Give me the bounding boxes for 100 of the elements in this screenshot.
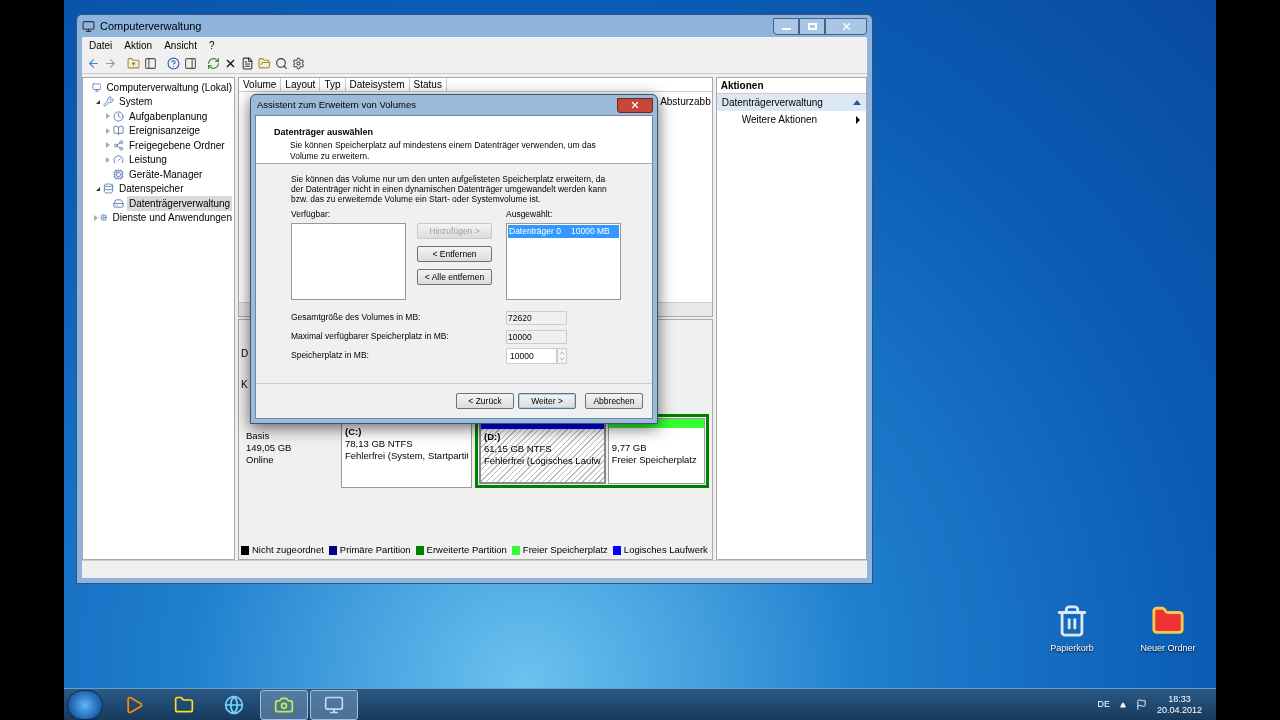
dialog-button[interactable]: Abbrechen [585,393,643,409]
hard-drive-icon [113,197,124,209]
maximize-icon [807,22,817,30]
media-player-icon [124,694,144,715]
panel-icon[interactable] [184,57,197,70]
legend-label: Erweiterte Partition [426,542,507,557]
column-header[interactable]: Volume [239,78,282,91]
disk-info-text: Online [246,454,275,466]
close-icon [630,100,640,110]
field-label: Speicherplatz in MB: [291,349,370,363]
cog-icon [99,212,108,224]
book-icon [113,125,124,137]
tree-item[interactable]: Aufgabenplanung [127,108,210,124]
info-text: Sie können das Volume nur um den unten aufgelisteten Speicherplatz erweitern, da der Datenträger nicht in einen dynamischen Datenträger umgewandelt werden kann bzw. das zu erweiternde Volume ein Start- oder Systemvolume ist. [291,174,608,204]
partition-size: 78,13 GB NTFS [345,438,414,450]
number-field[interactable]: 10000 [506,347,557,364]
tree-item[interactable]: Leistung [127,152,169,168]
computer-icon [324,694,344,715]
desktop-icon-label[interactable]: Papierkorb [1050,642,1094,656]
menu-item[interactable]: ? [208,38,215,53]
partition-name: (D:) [484,431,502,443]
dialog-button[interactable]: < Zurück [456,393,514,409]
menu-item[interactable]: Datei [89,38,113,53]
delete-icon[interactable] [224,57,237,70]
tree-item[interactable]: Geräte-Manager [127,166,205,182]
column-header[interactable]: Dateisystem [345,78,410,91]
database-icon [103,183,114,195]
menu-item[interactable]: Ansicht [164,38,197,53]
partition-size: 9,77 GB [611,442,648,454]
window-title: Computerverwaltung [100,18,202,34]
available-list[interactable] [291,222,406,300]
table-cell-text: Absturzabb [660,95,711,109]
tree-item[interactable]: Datenspeicher [117,181,186,197]
close-button[interactable] [825,17,867,35]
folder-up-icon[interactable] [127,57,140,70]
help-icon[interactable] [167,57,180,70]
clock-icon [113,110,124,122]
field-label: Maximal verfügbarer Speicherplatz in MB: [291,330,450,344]
tree-item[interactable]: Dienste und Anwendungen [110,210,234,226]
taskbar-button[interactable] [260,689,308,720]
maximize-button[interactable] [799,17,825,35]
collapse-arrow-icon[interactable] [96,99,100,104]
action-link[interactable]: Weitere Aktionen [741,112,818,127]
legend-label: Nicht zugeordnet [252,542,324,557]
close-icon [840,20,852,32]
legend-label: Logisches Laufwerk [623,542,708,557]
settings-icon[interactable] [292,57,305,70]
close-button[interactable] [617,97,653,113]
dialog-button[interactable]: < Entfernen [417,246,492,262]
list-label: Ausgewählt: [506,208,554,221]
legend-label: Freier Speicherplatz [522,542,608,557]
collapse-arrow-icon[interactable] [853,100,861,105]
flag-icon[interactable] [1135,699,1147,710]
tree-item[interactable]: Computerverwaltung (Lokal) [104,79,234,95]
minimize-button[interactable] [773,17,799,35]
dialog-button[interactable]: Weiter > [518,393,576,409]
desktop-icon-label[interactable]: Neuer Ordner [1140,642,1196,656]
dialog-heading: Datenträger auswählen [274,126,375,139]
column-header[interactable]: Typ [320,78,346,91]
recycle-bin-icon[interactable] [1055,604,1089,638]
submenu-arrow-icon [856,115,860,124]
collapse-arrow-icon[interactable] [96,186,100,191]
app-icon [82,19,95,33]
share-icon [113,139,124,151]
tree-item[interactable]: Ereignisanzeige [127,123,203,139]
disk-info-text: Basis [246,430,271,442]
partition-block[interactable]: 9,77 GB Freier Speicherplatz [607,418,705,484]
panel-icon[interactable] [144,57,157,70]
dialog-title: Assistent zum Erweitern von Volumes [257,97,416,112]
column-header[interactable]: Layout [281,78,321,91]
clock[interactable]: 18:33 20.04.2012 [1156,693,1202,716]
tools-icon [103,96,114,108]
browser-icon [224,694,244,715]
minimize-icon [781,28,791,30]
disk-label-fragment: K [241,378,248,392]
chip-icon [113,168,124,180]
readonly-field[interactable]: 72620 [506,310,567,325]
language-indicator[interactable]: DE [1097,697,1110,712]
show-hidden-icons-icon[interactable] [1119,701,1126,708]
readonly-field[interactable]: 10000 [506,329,567,344]
column-header[interactable]: Status [409,78,447,91]
back-icon[interactable] [87,57,100,70]
start-button[interactable] [67,689,103,720]
partition-status: Freier Speicherplatz [611,454,698,466]
refresh-icon[interactable] [207,57,220,70]
list-label: Verfügbar: [291,208,332,221]
tree-item[interactable]: Datenträgerverwaltung [127,195,233,211]
tree-item[interactable]: Freigegebene Ordner [127,137,227,153]
properties-icon[interactable] [241,57,254,70]
actions-section[interactable]: Datenträgerverwaltung [716,94,866,111]
folder-icon [174,694,194,715]
dialog-button[interactable]: < Alle entfernen [417,269,492,285]
partition-status: Fehlerfrei (Logisches Laufw [484,455,601,467]
open-folder-icon[interactable] [258,57,271,70]
taskbar-button[interactable] [310,689,358,720]
tree-item[interactable]: System [117,94,155,110]
menu-item[interactable]: Aktion [124,38,153,53]
disk-label-fragment: D [241,347,249,361]
legend-label: Primäre Partition [339,542,411,557]
search-icon[interactable] [275,57,288,70]
